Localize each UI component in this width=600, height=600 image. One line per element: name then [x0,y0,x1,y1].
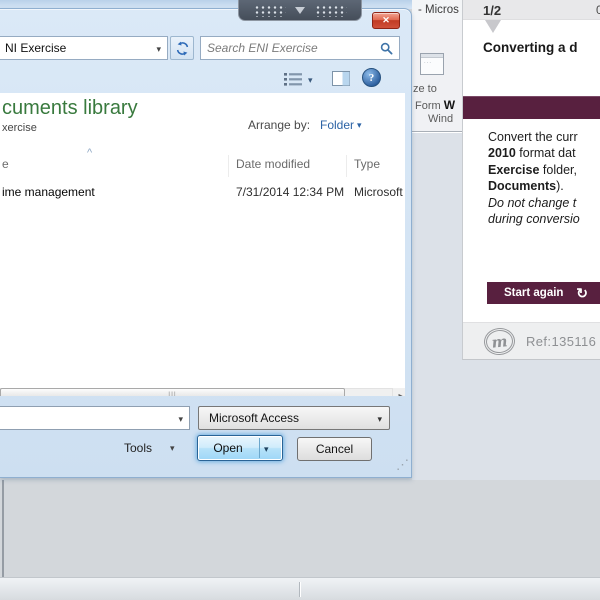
open-split-divider [259,438,260,458]
open-button[interactable]: Open ▾ [197,435,283,461]
body-text-segment: during conversio [488,212,580,227]
column-header[interactable]: Date modified [236,157,310,171]
file-cell: ime management [2,185,95,199]
close-icon: ✕ [382,15,390,25]
eni-logo: m [482,326,517,357]
panel-footer: m Ref:135116 [463,322,600,359]
scrollbar-right-arrow[interactable]: ▸ [393,388,405,396]
right-arrow-icon: ▸ [398,390,403,397]
tools-menu[interactable]: Tools [124,441,152,455]
file-cell: Microsoft [354,185,403,199]
body-text-segment: Documents [488,179,557,194]
tools-caret-icon[interactable]: ▾ [170,443,175,454]
filename-input[interactable] [5,410,165,424]
sort-ascending-icon: ^ [87,147,93,159]
screen: - Micros ∙∙∙ ze to Form W Wind ✕ NI Exer… [0,0,600,600]
filetype-caret-icon: ▾ [377,414,382,424]
help-icon: ? [368,71,375,84]
corner-fragment: 0 [596,3,600,17]
search-icon [380,42,393,55]
file-browser-content: cuments library xercise Arrange by: Fold… [0,93,405,396]
address-caret-icon: ▾ [156,44,161,54]
ribbon-label-size-to: ze to [413,83,437,95]
panel-top-strip: 1/2 0 [463,0,600,20]
dock-handle[interactable] [238,0,362,21]
body-text-segment: folder, [539,162,577,177]
refresh-icon [176,41,188,55]
cancel-button[interactable]: Cancel [297,437,372,461]
dock-arrow-icon [295,6,305,14]
scrollbar-grip-icon: ||| [168,391,177,397]
column-header[interactable]: e [2,157,9,171]
column-separator [228,155,229,177]
form-icon[interactable]: ∙∙∙ [420,53,444,75]
panel-body: Convert the curr 2010 format dat Exercise … [488,129,600,227]
ribbon-group-label-windows: Wind [428,113,454,125]
column-separator [346,155,347,177]
arrange-caret-icon[interactable]: ▾ [357,120,362,131]
restart-icon: ↻ [576,284,588,301]
body-text-segment: Do not change t [488,195,577,210]
views-caret-icon[interactable]: ▾ [308,75,313,86]
dots-grid-icon [314,3,347,17]
search-box [200,36,400,60]
filetype-value: Microsoft Access [209,411,300,425]
arrange-by-dropdown[interactable]: Folder [320,118,354,132]
body-text-segment: Convert the curr [488,130,578,144]
preview-pane-icon[interactable] [332,71,350,86]
library-subtitle: xercise [2,122,37,134]
window-left-edge [2,480,4,577]
views-icon[interactable] [283,71,305,87]
body-line: Documents). [488,178,600,194]
ribbon-label-form-text: Form [415,100,444,112]
arrange-by-label: Arrange by: [248,118,311,132]
address-text: NI Exercise [5,41,67,55]
pager-pointer-triangle [485,20,501,33]
body-text-segment: Exercise [488,162,540,177]
open-dialog: ✕ NI Exercise ▾ ▾ [0,8,412,478]
body-line: during conversio [488,211,600,227]
pager-label: 1/2 [483,3,502,18]
body-text-segment: 2010 [488,146,516,161]
open-split-caret-icon[interactable]: ▾ [264,444,269,455]
ribbon-label-form: Form W [415,98,455,112]
status-bar [0,577,600,600]
resize-grip-icon[interactable]: ⋰ [396,457,409,473]
open-button-label: Open [213,441,243,455]
start-again-button[interactable]: Start again ↻ [487,282,600,304]
start-again-label: Start again [504,287,564,299]
address-breadcrumb[interactable]: NI Exercise ▾ [0,36,168,60]
filename-combobox: ▾ [0,406,190,430]
body-line: Exercise folder, [488,162,600,178]
file-cell: 7/31/2014 12:34 PM [236,185,345,199]
bottom-workspace [0,480,600,577]
form-icon-dots: ∙∙∙ [424,60,433,66]
statusbar-divider [299,582,300,597]
filename-caret-icon[interactable]: ▾ [178,414,183,425]
scrollbar-thumb[interactable]: ||| [0,388,345,396]
panel-accent-bar [463,96,600,119]
panel-heading: Converting a d [483,40,578,55]
ref-label: Ref:135116 [526,334,597,349]
body-line: Do not change t [488,195,600,211]
body-text-segment: format dat [515,146,576,161]
body-line: Convert the curr [488,129,600,145]
ribbon-label-form-bold: W [443,98,456,112]
body-line: 2010 format dat [488,145,600,161]
body-text-segment: ). [556,179,564,194]
search-input[interactable] [207,40,372,56]
filetype-dropdown[interactable]: Microsoft Access ▾ [198,406,390,430]
dots-grid-icon [253,3,286,17]
tutor-panel: 1/2 0 Converting a d Convert the curr201… [462,0,600,360]
library-title: cuments library [2,97,138,119]
help-button[interactable]: ? [362,68,381,87]
refresh-button[interactable] [170,36,194,60]
close-button[interactable]: ✕ [372,12,400,29]
column-header[interactable]: Type [354,157,380,171]
